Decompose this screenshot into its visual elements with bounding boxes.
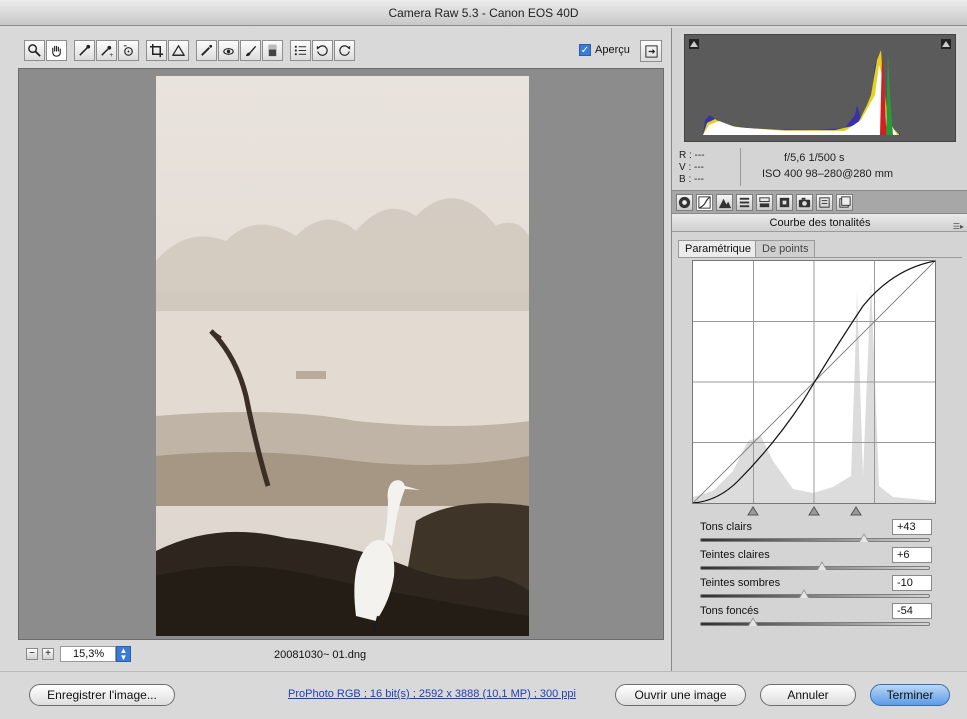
slider-value-field[interactable]: +43 (892, 519, 932, 535)
hand-tool-icon[interactable] (46, 40, 67, 61)
graduated-filter-icon[interactable] (262, 40, 283, 61)
split-toning-tab-icon[interactable] (756, 194, 773, 211)
preview-label: Aperçu (595, 44, 630, 56)
stepper-arrows-icon[interactable]: ▲ ▼ (116, 646, 131, 662)
slider-label: Teintes sombres (700, 577, 781, 589)
red-eye-tool-icon[interactable] (218, 40, 239, 61)
slider-track[interactable] (700, 538, 930, 542)
slider-thumb[interactable] (798, 589, 809, 598)
slider-label: Teintes claires (700, 549, 770, 561)
slider-row: Tons clairs +43 (700, 519, 932, 549)
spot-removal-tool-icon[interactable] (196, 40, 217, 61)
red-value: R : --- (679, 150, 705, 161)
adjustments-panel: R : --- V : --- B : --- f/5,6 1/500 s IS… (671, 28, 967, 671)
window-title: Camera Raw 5.3 - Canon EOS 40D (388, 6, 579, 20)
targeted-adjustment-tool-icon[interactable] (118, 40, 139, 61)
preferences-icon[interactable] (290, 40, 311, 61)
zoom-in-button[interactable]: + (42, 648, 54, 660)
slider-track[interactable] (700, 566, 930, 570)
slider-row: Tons foncés -54 (700, 603, 932, 633)
slider-row: Teintes claires +6 (700, 547, 932, 577)
tone-curve-graph[interactable] (692, 260, 936, 504)
presets-tab-icon[interactable] (816, 194, 833, 211)
blue-value: B : --- (679, 174, 704, 185)
fullscreen-toggle-icon[interactable] (640, 40, 662, 62)
basic-tab-icon[interactable] (676, 194, 693, 211)
pixel-readout: R : --- V : --- B : --- f/5,6 1/500 s IS… (672, 146, 967, 190)
filename-label: 20081030~ 01.dng (274, 649, 367, 661)
toolbar: + (24, 40, 664, 62)
workflow-options-link[interactable]: ProPhoto RGB ; 16 bit(s) ; 2592 x 3888 (… (288, 688, 576, 700)
section-header: Courbe des tonalités ☰▸ (672, 214, 967, 232)
slider-label: Tons clairs (700, 521, 752, 533)
image-canvas[interactable] (18, 68, 664, 640)
status-bar: − + 15,3% ▲ ▼ 20081030~ 01.dng (18, 642, 664, 668)
divider (678, 257, 962, 258)
green-value: V : --- (679, 162, 704, 173)
tab-parametric[interactable]: Paramétrique (678, 240, 759, 258)
preview-checkbox[interactable]: ✓ Aperçu (579, 44, 630, 56)
egret-photo (156, 76, 529, 636)
checkmark-icon: ✓ (579, 44, 591, 56)
slider-row: Teintes sombres -10 (700, 575, 932, 605)
slider-track[interactable] (700, 594, 930, 598)
slider-value-field[interactable]: +6 (892, 547, 932, 563)
bottom-bar: Enregistrer l'image... ProPhoto RGB ; 16… (0, 671, 967, 719)
histogram-graph (703, 50, 900, 135)
iso-lens: ISO 400 98–280@280 mm (762, 168, 894, 180)
aperture-shutter: f/5,6 1/500 s (784, 152, 845, 164)
section-title: Courbe des tonalités (769, 217, 871, 229)
lens-corrections-tab-icon[interactable] (776, 194, 793, 211)
tone-curve-svg (692, 260, 936, 504)
zoom-out-button[interactable]: − (26, 648, 38, 660)
camera-calibration-tab-icon[interactable] (796, 194, 813, 211)
slider-thumb[interactable] (747, 617, 758, 626)
svg-text:+: + (109, 52, 113, 58)
histogram (684, 34, 956, 142)
tone-curve-tab-icon[interactable] (696, 194, 713, 211)
hsl-tab-icon[interactable] (736, 194, 753, 211)
slider-track[interactable] (700, 622, 930, 626)
rotate-left-icon[interactable] (312, 40, 333, 61)
rotate-right-icon[interactable] (334, 40, 355, 61)
slider-value-field[interactable]: -10 (892, 575, 932, 591)
straighten-tool-icon[interactable] (168, 40, 189, 61)
slider-thumb[interactable] (816, 561, 827, 570)
photo-preview[interactable] (156, 76, 529, 636)
open-image-button[interactable]: Ouvrir une image (615, 684, 746, 706)
snapshots-tab-icon[interactable] (836, 194, 853, 211)
cancel-button[interactable]: Annuler (760, 684, 856, 706)
white-balance-tool-icon[interactable] (74, 40, 95, 61)
slider-thumb[interactable] (859, 533, 870, 542)
done-button[interactable]: Terminer (870, 684, 950, 706)
window-title-bar: Camera Raw 5.3 - Canon EOS 40D (0, 0, 967, 26)
detail-tab-icon[interactable] (716, 194, 733, 211)
adjustment-brush-icon[interactable] (240, 40, 261, 61)
save-image-button[interactable]: Enregistrer l'image... (29, 684, 175, 706)
slider-label: Tons foncés (700, 605, 759, 617)
tab-point[interactable]: De points (755, 240, 816, 258)
slider-value-field[interactable]: -54 (892, 603, 932, 619)
crop-tool-icon[interactable] (146, 40, 167, 61)
panel-menu-icon[interactable]: ☰▸ (953, 218, 964, 236)
zoom-level-select[interactable]: 15,3% (60, 646, 116, 662)
region-split-markers (692, 504, 936, 516)
panel-tab-strip (672, 190, 967, 214)
color-sampler-tool-icon[interactable]: + (96, 40, 117, 61)
divider (740, 148, 741, 186)
zoom-tool-icon[interactable] (24, 40, 45, 61)
